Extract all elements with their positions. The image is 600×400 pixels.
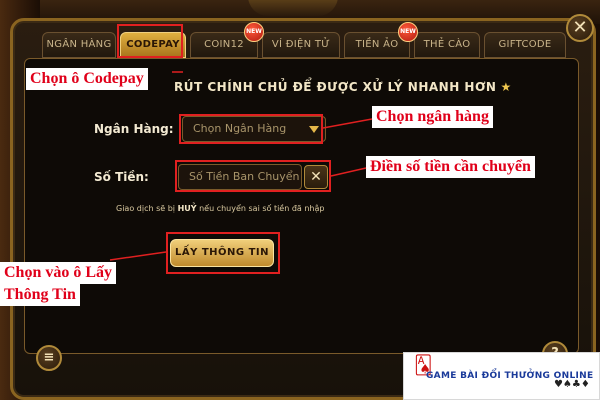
leader-amount: [330, 167, 367, 177]
annotation-leaders: [109, 71, 373, 261]
site-logo: 🂡 GAME BÀI ĐỔI THƯỞNG ONLINE ♥♠♣♦: [403, 352, 600, 400]
leader-bank: [322, 118, 373, 129]
leader-fetch: [109, 251, 167, 261]
suits-icon: ♥♠♣♦: [554, 379, 590, 390]
